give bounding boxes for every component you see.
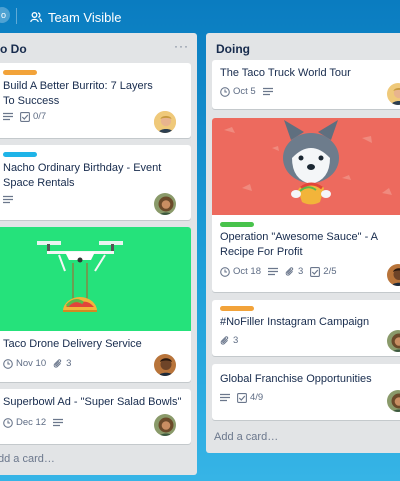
attachment-badge: 3 [53, 358, 71, 369]
description-icon [262, 87, 273, 96]
card-operation-awesome-sauce[interactable]: Operation "Awesome Sauce" - A Recipe For… [212, 118, 400, 292]
checklist-count: 0/7 [33, 111, 47, 122]
checklist-count: 4/9 [250, 392, 264, 403]
due-date-badge[interactable]: Nov 10 [3, 358, 46, 369]
card-label-green[interactable] [220, 222, 254, 227]
checklist-badge: 0/7 [20, 111, 46, 122]
checklist-count: 2/5 [323, 266, 337, 277]
checklist-icon [310, 266, 321, 277]
card-badges: Nov 10 3 [3, 358, 71, 369]
card-badges: Oct 5 [220, 86, 273, 97]
attachment-badge: 3 [220, 335, 238, 346]
card-label-orange[interactable] [220, 306, 254, 311]
paperclip-icon [285, 266, 294, 276]
card-title: Nacho Ordinary Birthday - Event Space Re… [3, 162, 162, 189]
member-avatar[interactable] [386, 389, 400, 413]
card-title: The Taco Truck World Tour [220, 67, 351, 79]
board-header: o Team Visible [0, 0, 400, 33]
board-menu-label: o [0, 10, 6, 20]
description-icon [220, 393, 230, 402]
card-badges: 0/7 [3, 111, 46, 122]
taco-drone-illustration [37, 241, 123, 312]
card-label-blue[interactable] [3, 152, 37, 157]
add-card-link[interactable]: dd a card… [0, 453, 55, 465]
husky-taco-illustration [224, 120, 392, 205]
member-avatar[interactable] [386, 329, 400, 353]
card-build-better-burrito[interactable]: Build A Better Burrito: 7 Layers To Succ… [0, 63, 191, 138]
list-doing: Doing The Taco Truck World Tour Oct 5 Op… [206, 33, 400, 453]
due-date: Oct 5 [233, 86, 256, 97]
checklist-icon [237, 392, 247, 403]
member-avatar[interactable] [386, 263, 400, 287]
list-title-todo[interactable]: o Do [0, 42, 27, 56]
team-icon [30, 11, 42, 23]
clock-icon [220, 86, 230, 97]
card-nacho-ordinary-birthday[interactable]: Nacho Ordinary Birthday - Event Space Re… [0, 145, 191, 220]
card-taco-truck-world-tour[interactable]: The Taco Truck World Tour Oct 5 [212, 60, 400, 109]
card-nofiller-instagram-campaign[interactable]: #NoFiller Instagram Campaign 3 [212, 300, 400, 356]
checklist-icon [20, 111, 30, 122]
attachment-count: 3 [66, 358, 72, 369]
card-label-orange[interactable] [3, 70, 37, 75]
card-badges [3, 195, 13, 204]
list-todo: o Do ··· Build A Better Burrito: 7 Layer… [0, 33, 197, 475]
card-badges: Oct 18 3 2/5 [220, 266, 337, 277]
clock-icon [220, 266, 230, 277]
clock-icon [3, 358, 13, 369]
team-label: Team Visible [48, 9, 122, 25]
card-title: #NoFiller Instagram Campaign [220, 316, 370, 328]
description-icon [3, 112, 13, 121]
description-icon [268, 267, 278, 276]
description-icon [53, 418, 64, 427]
card-title: Operation "Awesome Sauce" - A Recipe For… [220, 231, 378, 258]
card-cover-image [212, 118, 400, 215]
paperclip-icon [220, 335, 229, 345]
card-badges: 3 [220, 335, 238, 346]
due-date-badge[interactable]: Oct 5 [220, 86, 256, 97]
member-avatar[interactable] [153, 353, 177, 377]
card-title: Taco Drone Delivery Service [3, 338, 142, 350]
card-taco-drone-delivery[interactable]: Taco Drone Delivery Service Nov 10 3 [0, 227, 191, 382]
checklist-badge: 2/5 [310, 266, 337, 277]
board-menu-button[interactable]: o [0, 7, 10, 23]
card-global-franchise-opportunities[interactable]: Global Franchise Opportunities 4/9 [212, 364, 400, 420]
member-avatar[interactable] [386, 82, 400, 106]
clock-icon [3, 417, 13, 428]
card-cover-image [0, 227, 191, 331]
member-avatar[interactable] [153, 413, 177, 437]
card-badges: Dec 12 [3, 417, 64, 428]
due-date-badge[interactable]: Dec 12 [3, 417, 46, 428]
member-avatar[interactable] [153, 192, 177, 216]
paperclip-icon [53, 358, 62, 368]
list-menu-button[interactable]: ··· [174, 39, 189, 53]
add-card-link[interactable]: Add a card… [214, 431, 278, 443]
attachment-count: 3 [233, 335, 239, 346]
team-visibility-button[interactable]: Team Visible [30, 8, 121, 26]
description-icon [3, 195, 13, 204]
due-date: Dec 12 [16, 417, 47, 428]
attachment-badge: 3 [285, 266, 303, 277]
header-divider [16, 8, 17, 24]
checklist-badge: 4/9 [237, 392, 263, 403]
member-avatar[interactable] [153, 110, 177, 134]
card-superbowl-ad[interactable]: Superbowl Ad - "Super Salad Bowls" Dec 1… [0, 389, 191, 444]
card-title: Global Franchise Opportunities [220, 373, 372, 385]
due-date: Nov 10 [16, 358, 47, 369]
card-badges: 4/9 [220, 392, 263, 403]
card-title: Build A Better Burrito: 7 Layers To Succ… [3, 80, 153, 107]
due-date-badge[interactable]: Oct 18 [220, 266, 261, 277]
attachment-count: 3 [298, 266, 304, 277]
card-title: Superbowl Ad - "Super Salad Bowls" [3, 396, 182, 408]
due-date: Oct 18 [233, 266, 261, 277]
list-title-doing[interactable]: Doing [216, 42, 250, 56]
